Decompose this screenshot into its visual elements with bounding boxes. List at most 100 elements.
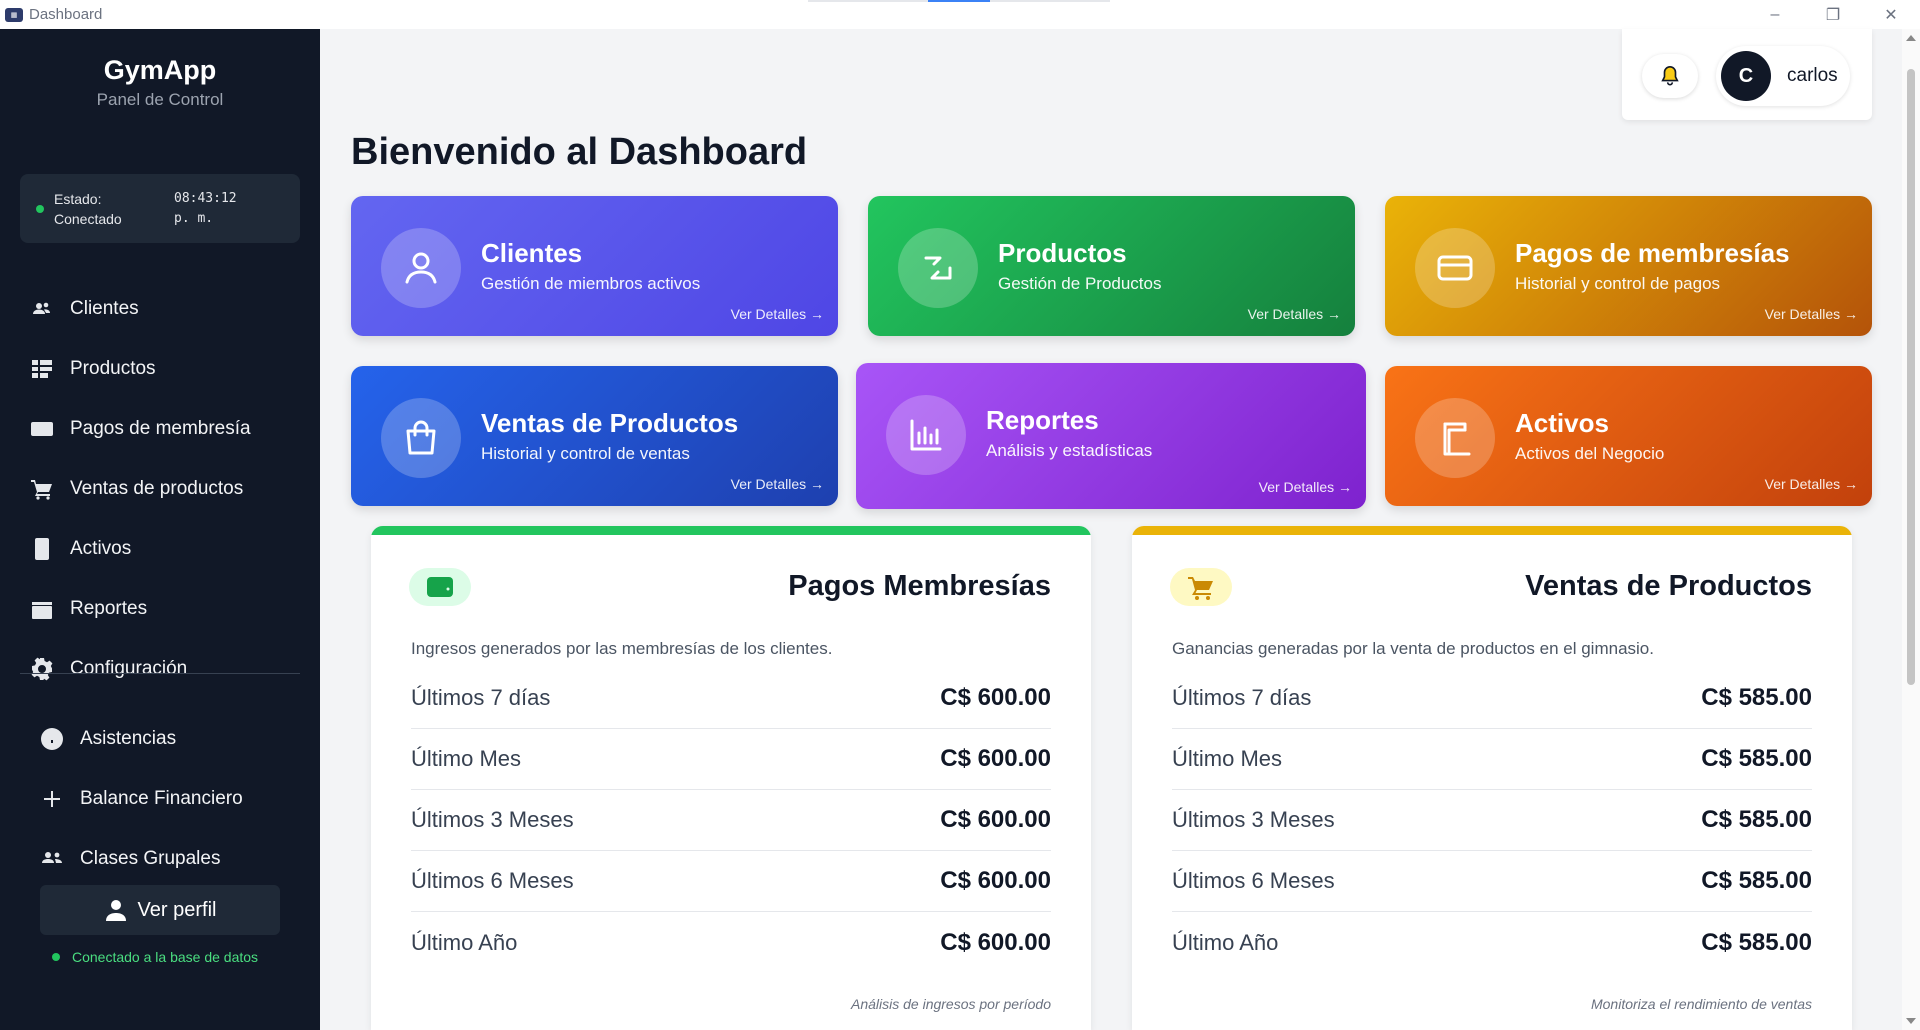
sidebar-item-label: Clases Grupales: [80, 848, 221, 869]
maximize-button[interactable]: ❐: [1804, 0, 1862, 29]
panel-rows: Últimos 7 días C$ 585.00 Último Mes C$ 585…: [1172, 668, 1812, 973]
card-subtitle: Análisis y estadísticas: [986, 441, 1153, 460]
shopping-bag-icon: [381, 398, 461, 478]
row-value: C$ 585.00: [1701, 745, 1812, 772]
sidebar-item-ventas[interactable]: Ventas de productos: [0, 459, 320, 519]
card-ventas[interactable]: Ventas de Productos Historial y control …: [351, 366, 838, 506]
connection-status: Estado: Conectado 08:43:12 p. m.: [20, 174, 300, 243]
sidebar-item-label: Ventas de productos: [70, 478, 244, 499]
table-row: Últimos 3 Meses C$ 600.00: [411, 790, 1051, 851]
sidebar-item-label: Pagos de membresía: [70, 418, 251, 439]
card-details-link[interactable]: Ver Detalles →: [1765, 476, 1858, 492]
box-outline-icon: [898, 228, 978, 308]
table-row: Último Año C$ 600.00: [411, 912, 1051, 973]
card-title: Activos: [1515, 408, 1609, 438]
card-title: Reportes: [986, 405, 1099, 435]
row-label: Últimos 7 días: [411, 685, 551, 710]
scroll-up-arrow[interactable]: [1906, 35, 1916, 41]
list-icon: [30, 357, 54, 381]
sidebar-item-pagos[interactable]: Pagos de membresía: [0, 399, 320, 459]
panel-title: Pagos Membresías: [788, 570, 1051, 602]
card-productos[interactable]: Productos Gestión de Productos Ver Detal…: [868, 196, 1355, 336]
status-dot: [36, 204, 44, 213]
notifications-button[interactable]: [1642, 54, 1698, 98]
row-label: Último Mes: [1172, 746, 1283, 771]
card-details-link[interactable]: Ver Detalles →: [1248, 306, 1341, 322]
panel-note: Monitoriza el rendimiento de ventas: [1590, 996, 1812, 1012]
user-menu[interactable]: C carlos: [1716, 46, 1850, 106]
vertical-scrollbar[interactable]: [1902, 29, 1920, 1030]
card-title: Clientes: [481, 238, 583, 268]
group-icon: [40, 847, 64, 871]
sidebar-item-label: Productos: [70, 358, 156, 379]
sidebar-nav: Clientes Productos Pagos de membresía Ve…: [0, 279, 320, 699]
sidebar-item-activos[interactable]: Activos: [0, 519, 320, 579]
card-reportes[interactable]: Reportes Análisis y estadísticas Ver Det…: [856, 363, 1366, 509]
row-value: C$ 585.00: [1701, 867, 1812, 894]
table-row: Últimos 6 Meses C$ 600.00: [411, 851, 1051, 912]
card-subtitle: Activos del Negocio: [1515, 444, 1665, 463]
cart-icon: [30, 477, 54, 501]
db-status: Conectado a la base de datos: [52, 949, 258, 965]
bar-chart-icon: [886, 395, 966, 475]
sidebar-item-productos[interactable]: Productos: [0, 339, 320, 399]
row-value: C$ 600.00: [940, 745, 1051, 772]
wallet-icon: [409, 568, 471, 606]
card-icon: [30, 417, 54, 441]
sidebar-item-configuracion[interactable]: Configuración: [0, 639, 320, 699]
card-details-link[interactable]: Ver Detalles →: [1765, 306, 1858, 322]
users-icon: [30, 297, 54, 321]
table-row: Último Mes C$ 600.00: [411, 729, 1051, 790]
product-sales-panel: Ventas de Productos Ganancias generadas …: [1132, 526, 1852, 1030]
sidebar-item-clases[interactable]: Clases Grupales: [0, 829, 320, 889]
card-subtitle: Historial y control de ventas: [481, 444, 690, 463]
panel-accent-bar: [371, 526, 1091, 535]
sidebar-item-label: Asistencias: [80, 728, 177, 749]
row-value: C$ 585.00: [1701, 684, 1812, 711]
row-label: Último Año: [411, 929, 518, 955]
card-subtitle: Gestión de Productos: [998, 274, 1162, 293]
sidebar-item-label: Reportes: [70, 598, 148, 619]
sidebar-item-label: Clientes: [70, 298, 139, 319]
card-clientes[interactable]: Clientes Gestión de miembros activos Ver…: [351, 196, 838, 336]
close-button[interactable]: ✕: [1862, 0, 1920, 29]
plus-icon: [40, 787, 64, 811]
sidebar-item-label: Configuración: [70, 658, 188, 679]
user-outline-icon: [381, 228, 461, 308]
row-value: C$ 600.00: [940, 867, 1051, 894]
user-panel: C carlos: [1622, 29, 1872, 120]
card-activos[interactable]: Activos Activos del Negocio Ver Detalles…: [1385, 366, 1872, 506]
clipboard-icon: [1415, 398, 1495, 478]
status-label: Estado: Conectado: [54, 190, 122, 227]
sidebar-item-asistencias[interactable]: Asistencias: [0, 709, 320, 769]
page-title: Bienvenido al Dashboard: [351, 131, 808, 173]
table-row: Últimos 3 Meses C$ 585.00: [1172, 790, 1812, 851]
card-details-link[interactable]: Ver Detalles →: [731, 306, 824, 322]
card-pagos[interactable]: Pagos de membresías Historial y control …: [1385, 196, 1872, 336]
card-details-link[interactable]: Ver Detalles →: [1259, 479, 1352, 495]
sidebar-item-label: Activos: [70, 538, 132, 559]
card-title: Productos: [998, 238, 1127, 268]
row-value: C$ 600.00: [940, 928, 1051, 956]
card-details-link[interactable]: Ver Detalles →: [731, 476, 824, 492]
username: carlos: [1787, 65, 1838, 86]
sidebar: GymApp Panel de Control Estado: Conectad…: [0, 29, 320, 1030]
avatar: C: [1721, 51, 1771, 101]
scroll-down-arrow[interactable]: [1906, 1018, 1916, 1024]
card-title: Ventas de Productos: [481, 408, 739, 438]
cart-icon: [1170, 568, 1232, 606]
sidebar-item-balance[interactable]: Balance Financiero: [0, 769, 320, 829]
panel-accent-bar: [1132, 526, 1852, 535]
minimize-button[interactable]: –: [1746, 0, 1804, 29]
title-bar-indicator: [928, 0, 990, 2]
box-icon: [30, 537, 54, 561]
title-bar: ▦ Dashboard – ❐ ✕: [0, 0, 1920, 29]
table-row: Último Mes C$ 585.00: [1172, 729, 1812, 790]
sidebar-item-reportes[interactable]: Reportes: [0, 579, 320, 639]
view-profile-label: Ver perfil: [137, 898, 217, 921]
card-subtitle: Gestión de miembros activos: [481, 274, 701, 293]
view-profile-button[interactable]: Ver perfil: [40, 885, 280, 935]
sidebar-item-clientes[interactable]: Clientes: [0, 279, 320, 339]
clock-icon: [40, 727, 64, 751]
scrollbar-thumb[interactable]: [1907, 69, 1915, 685]
